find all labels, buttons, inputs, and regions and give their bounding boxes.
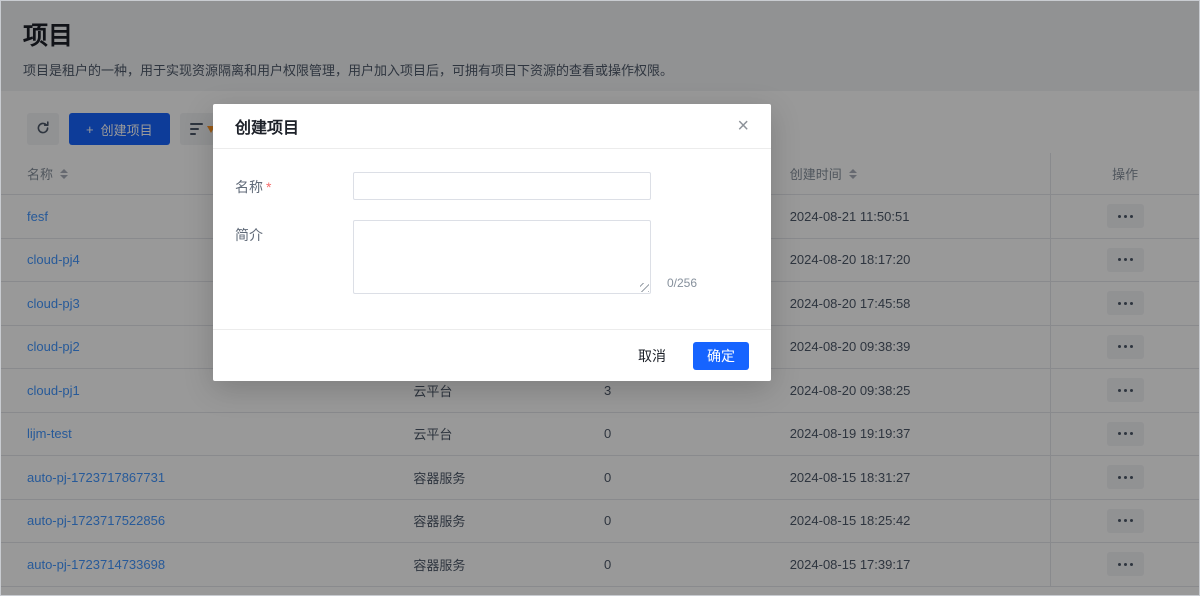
name-field-label: 名称* — [235, 172, 353, 200]
modal-footer: 取消 确定 — [213, 329, 771, 381]
name-input[interactable] — [353, 172, 651, 200]
modal-body: 名称* 简介 0/256 — [213, 149, 771, 294]
cancel-button[interactable]: 取消 — [638, 346, 666, 366]
resize-handle-icon[interactable] — [640, 283, 649, 292]
modal-title: 创建项目 — [235, 114, 299, 138]
ok-button[interactable]: 确定 — [693, 342, 749, 370]
create-project-modal: 创建项目 × 名称* 简介 0/256 取消 — [213, 104, 771, 381]
intro-textarea-wrap: 0/256 — [353, 220, 651, 294]
project-management-screen: 项目 项目是租户的一种，用于实现资源隔离和用户权限管理，用户加入项目后，可拥有项… — [0, 0, 1200, 596]
close-icon[interactable]: × — [737, 116, 749, 136]
intro-textarea[interactable] — [353, 220, 651, 294]
name-field-row: 名称* — [235, 172, 749, 200]
char-counter: 0/256 — [667, 276, 697, 290]
intro-field-row: 简介 0/256 — [235, 220, 749, 294]
required-mark: * — [266, 179, 271, 195]
intro-field-label: 简介 — [235, 220, 353, 294]
modal-header: 创建项目 × — [213, 104, 771, 149]
